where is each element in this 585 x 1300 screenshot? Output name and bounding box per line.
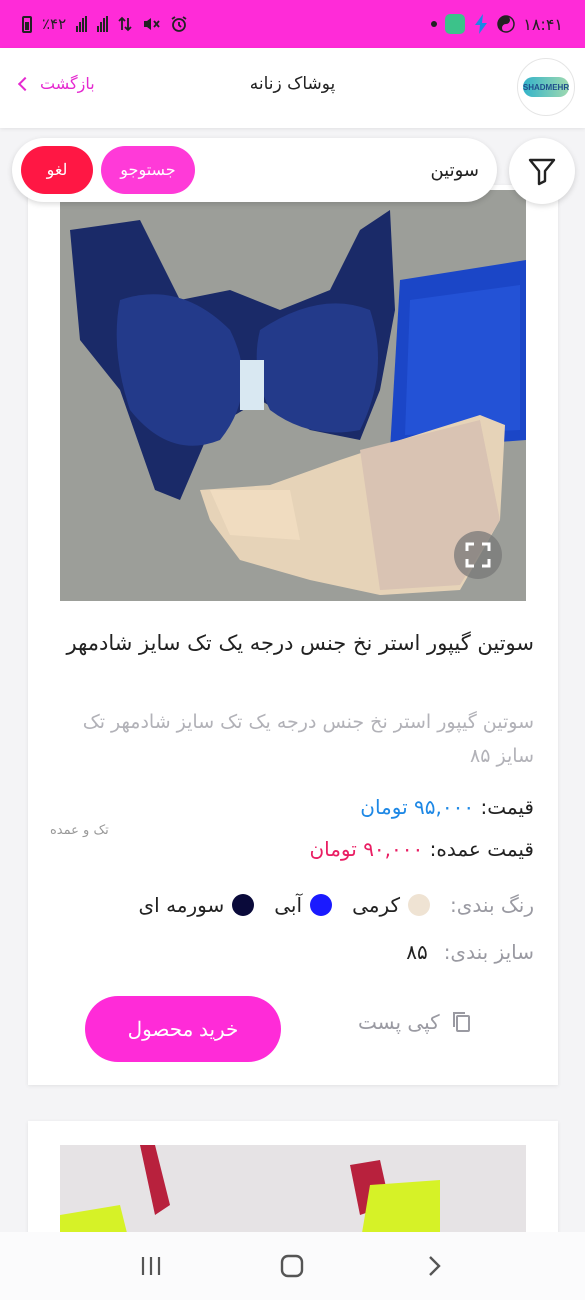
battery-percent: ٪۴۲ xyxy=(42,15,67,33)
filter-button[interactable] xyxy=(509,138,575,204)
color-name: سورمه ای xyxy=(138,893,225,917)
copy-icon xyxy=(452,1012,470,1032)
product-card-2 xyxy=(28,1121,558,1241)
color-option-navy[interactable]: سورمه ای xyxy=(139,893,255,917)
product-title: سوتین گیپور استر نخ جنس درجه یک تک سایز … xyxy=(66,631,535,655)
wholesale-price-row: قیمت عمده: ۹۰,۰۰۰ تومان xyxy=(309,837,534,861)
search-bar: لغو جستوجو xyxy=(12,138,497,202)
cancel-button[interactable]: لغو xyxy=(21,146,93,194)
product-image-2[interactable] xyxy=(60,1145,526,1241)
expand-image-button[interactable] xyxy=(454,531,502,579)
wholesale-value: ۹۰,۰۰۰ تومان xyxy=(309,837,424,861)
chevron-right-icon xyxy=(429,1256,441,1276)
alarm-icon xyxy=(171,16,187,32)
search-input[interactable] xyxy=(219,150,479,190)
price-label: قیمت: xyxy=(480,795,534,819)
logo-mark: SHADMEHR xyxy=(523,77,569,97)
app-logo[interactable]: SHADMEHR xyxy=(517,58,575,116)
yin-yang-icon xyxy=(497,15,515,33)
colors-row: رنگ بندی: کرمی آبی سورمه ای xyxy=(139,893,535,917)
mute-icon xyxy=(144,18,160,30)
size-row: سایز بندی: ۸۵ xyxy=(406,940,534,964)
price-value: ۹۵,۰۰۰ تومان xyxy=(360,795,475,819)
recents-button[interactable] xyxy=(131,1246,171,1286)
color-swatch-blue xyxy=(310,894,333,916)
system-nav-bar xyxy=(0,1232,585,1300)
product-description: سوتین گیپور استر نخ جنس درجه یک تک سایز … xyxy=(82,711,534,767)
recents-icon xyxy=(141,1257,160,1275)
data-transfer-icon xyxy=(118,16,132,32)
home-button[interactable] xyxy=(272,1246,312,1286)
signal-2-icon xyxy=(97,16,109,32)
product-photo-2 xyxy=(60,1145,526,1241)
filter-icon xyxy=(528,158,556,186)
status-bar: ٪۴۲ ۱۸:۴۱ xyxy=(0,0,585,48)
battery-icon xyxy=(22,15,32,33)
color-swatch-cream xyxy=(408,894,431,916)
app-header: بازگشت پوشاک زنانه SHADMEHR xyxy=(0,48,585,128)
color-option-blue[interactable]: آبی xyxy=(274,893,333,917)
size-value: ۸۵ xyxy=(406,940,428,964)
wholesale-label: قیمت عمده: xyxy=(429,837,534,861)
color-name: کرمی xyxy=(352,893,401,917)
sale-type-badge: تک و عمده xyxy=(50,823,109,838)
buy-product-button[interactable]: خرید محصول xyxy=(85,996,281,1062)
copy-post-button[interactable]: کپی پست xyxy=(358,1010,472,1034)
price-row: قیمت: ۹۵,۰۰۰ تومان xyxy=(360,795,534,819)
status-bar-left: ٪۴۲ xyxy=(22,15,188,33)
notification-dot-icon xyxy=(431,21,438,27)
search-button[interactable]: جستوجو xyxy=(101,146,195,194)
color-swatch-navy xyxy=(232,894,255,916)
signal-icon xyxy=(76,16,88,32)
clock: ۱۸:۴۱ xyxy=(523,14,563,34)
product-image[interactable] xyxy=(60,190,526,601)
status-bar-right: ۱۸:۴۱ xyxy=(431,14,563,34)
back-nav-button[interactable] xyxy=(414,1246,454,1286)
colors-label: رنگ بندی: xyxy=(450,893,534,917)
color-option-cream[interactable]: کرمی xyxy=(352,893,431,917)
page-title: پوشاک زنانه xyxy=(249,74,336,94)
app-notification-icon xyxy=(445,14,466,34)
size-label: سایز بندی: xyxy=(443,940,534,964)
fullscreen-icon xyxy=(465,542,491,568)
copy-post-label: کپی پست xyxy=(358,1010,440,1034)
product-card: سوتین گیپور استر نخ جنس درجه یک تک سایز … xyxy=(28,185,558,1085)
home-icon xyxy=(281,1254,304,1278)
app-bolt-icon xyxy=(475,14,488,34)
product-photo xyxy=(60,190,526,601)
color-name: آبی xyxy=(274,893,303,917)
